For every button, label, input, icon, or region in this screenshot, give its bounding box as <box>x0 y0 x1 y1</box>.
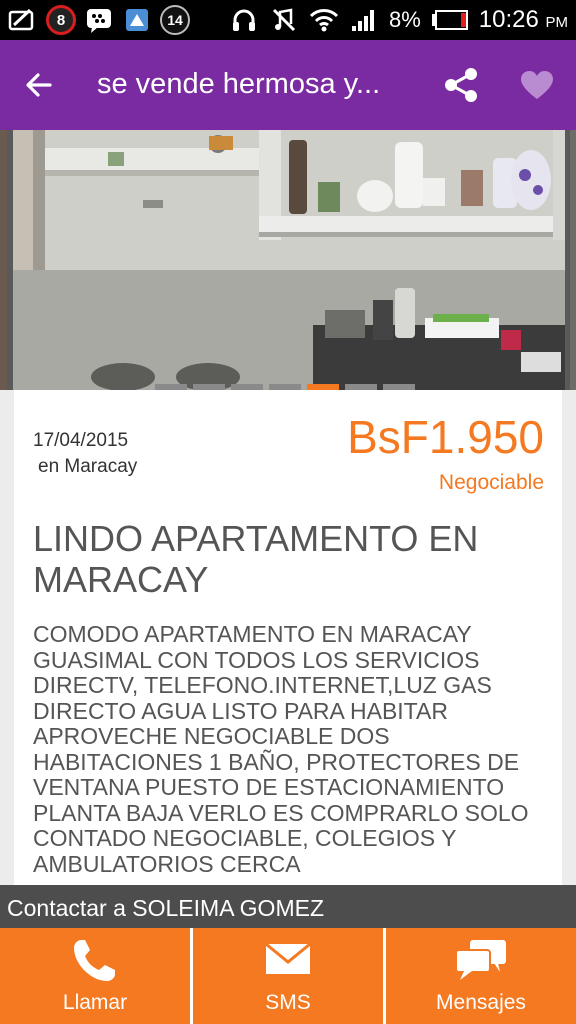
share-button[interactable] <box>436 60 486 110</box>
notification-count-badge: 14 <box>160 5 190 35</box>
negotiable-label: Negociable <box>438 471 544 494</box>
listing-description: COMODO APARTAMENTO EN MARACAY GUASIMAL C… <box>33 622 529 877</box>
battery-icon <box>431 5 469 35</box>
notification-card-icon <box>8 5 38 35</box>
notification-count-badge: 8 <box>46 5 76 35</box>
messages-button-label: Mensajes <box>436 991 526 1014</box>
mute-icon <box>269 5 299 35</box>
arrow-left-icon <box>26 73 52 97</box>
messenger-icon <box>84 5 114 35</box>
envelope-icon <box>193 938 383 984</box>
battery-percent: 8% <box>388 7 421 32</box>
messages-button[interactable]: Mensajes <box>383 928 576 1024</box>
listing-title: LINDO APARTAMENTO EN MARACAY <box>33 518 479 600</box>
headphones-icon <box>229 5 259 35</box>
wifi-icon <box>309 5 339 35</box>
photo-gallery[interactable] <box>0 130 576 390</box>
sms-button-label: SMS <box>265 991 311 1014</box>
call-button-label: Llamar <box>62 991 128 1014</box>
phone-icon <box>0 938 190 984</box>
share-icon <box>445 68 477 102</box>
app-icon <box>122 5 152 35</box>
listing-photo[interactable] <box>13 130 565 390</box>
status-bar: 8 14 8% 10:26 PM <box>0 0 576 40</box>
status-bar-notifications: 8 14 <box>8 4 190 36</box>
app-screen: 8 14 8% 10:26 PM se vende hermosa y... 1… <box>0 0 576 1024</box>
listing-location: en Maracay <box>38 456 138 477</box>
favorite-button[interactable] <box>512 60 562 110</box>
page-title: se vende hermosa y... <box>97 68 381 100</box>
heart-icon <box>521 71 553 99</box>
contact-header: Contactar a SOLEIMA GOMEZ <box>0 885 576 928</box>
next-photo-edge <box>570 130 576 390</box>
listing-card: 17/04/2015 en Maracay BsF1.950 Negociabl… <box>14 390 562 930</box>
listing-price: BsF1.950 <box>347 411 544 463</box>
previous-photo-edge <box>0 130 7 390</box>
contact-actions: Llamar SMS Mensajes <box>0 928 576 1024</box>
chat-bubbles-icon <box>386 938 576 984</box>
clock: 10:26 PM <box>479 6 568 34</box>
signal-icon <box>349 5 379 35</box>
back-button[interactable] <box>14 60 64 110</box>
call-button[interactable]: Llamar <box>0 928 190 1024</box>
clock-suffix: PM <box>545 14 569 31</box>
status-bar-system: 8% 10:26 PM <box>229 4 568 36</box>
app-toolbar: se vende hermosa y... <box>0 40 576 130</box>
clock-time: 10:26 <box>478 6 539 33</box>
listing-date: 17/04/2015 <box>33 430 129 451</box>
sms-button[interactable]: SMS <box>190 928 383 1024</box>
